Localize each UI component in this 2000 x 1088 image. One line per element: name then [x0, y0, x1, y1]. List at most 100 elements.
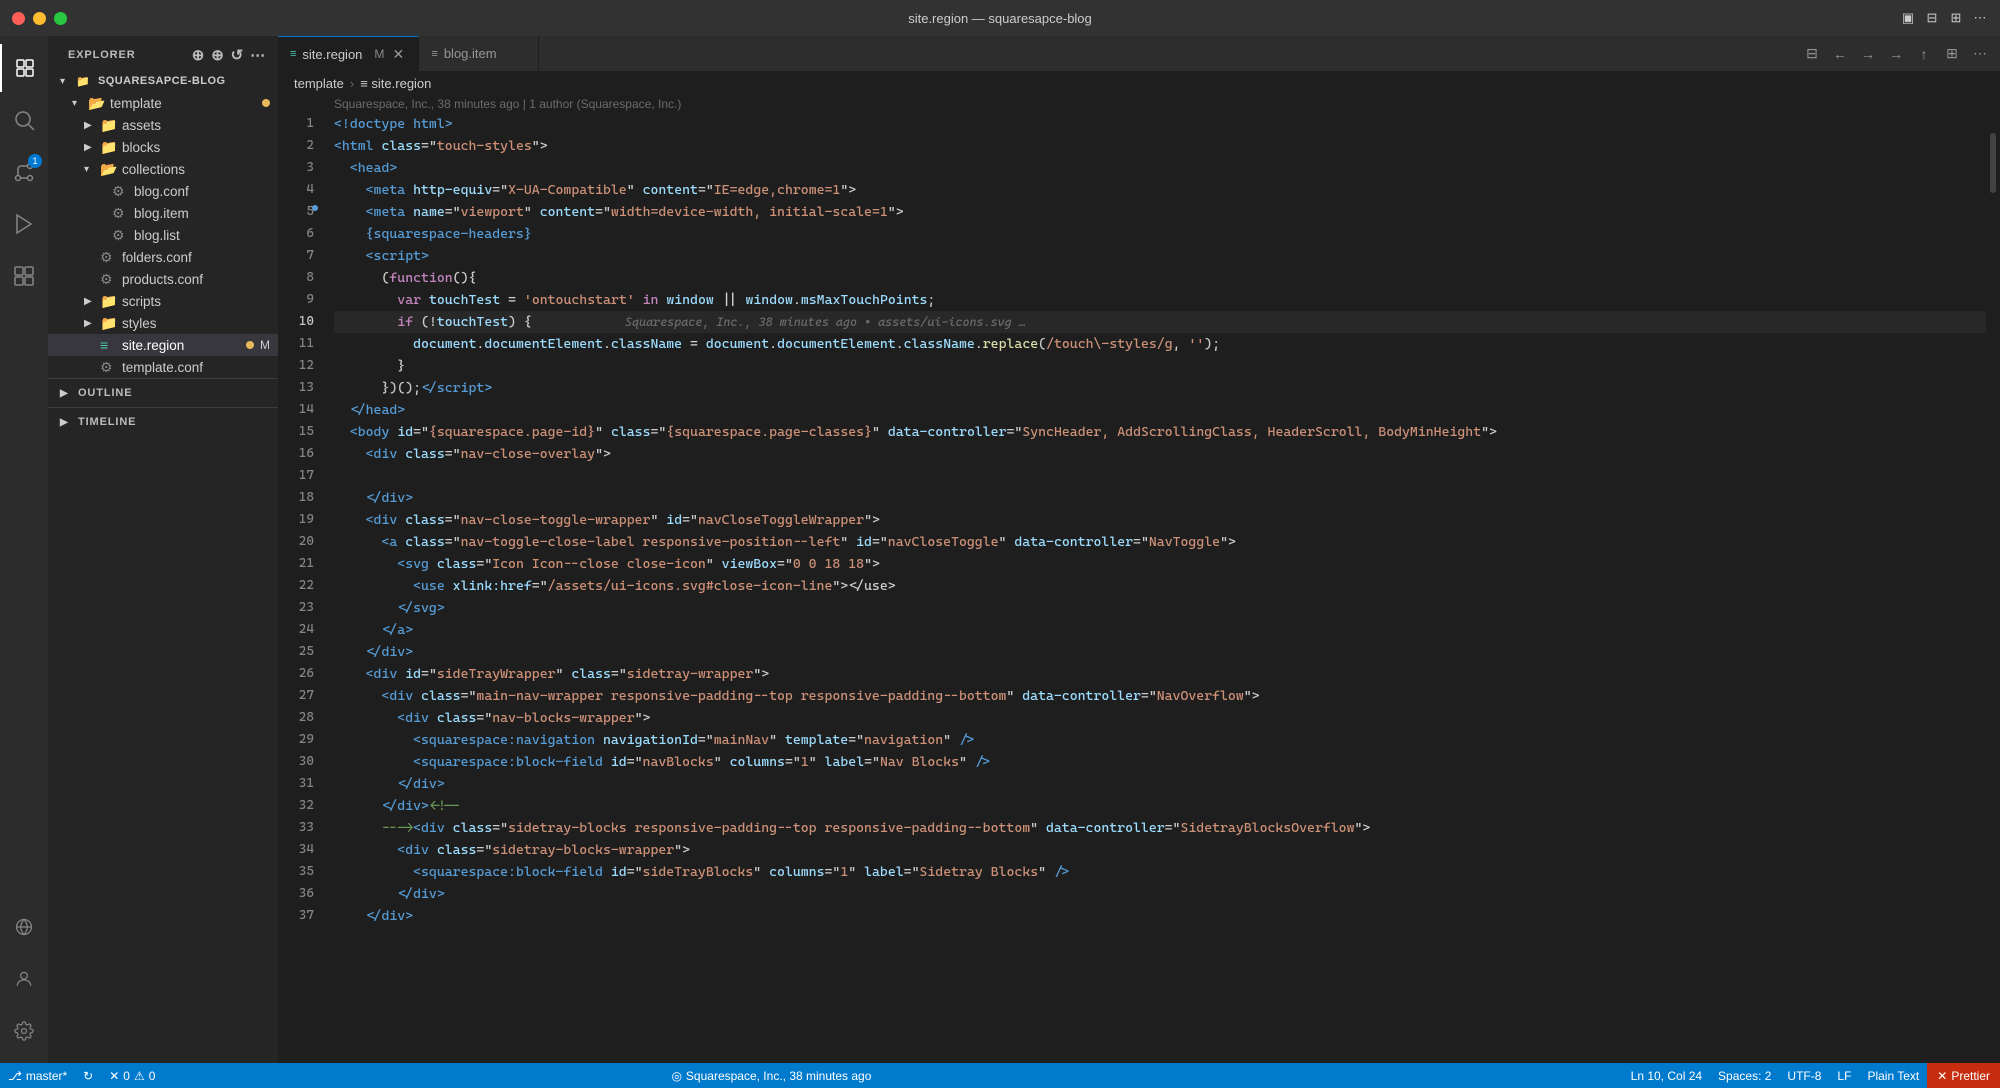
modified-dot-site-region	[246, 341, 254, 349]
line-num-3: 3	[278, 157, 314, 179]
traffic-lights[interactable]	[12, 12, 67, 25]
code-line-28: <div class="nav-blocks-wrapper">	[334, 707, 1986, 729]
sidebar-item-collections[interactable]: ▾ 📂 collections	[48, 158, 278, 180]
status-eol[interactable]: LF	[1829, 1063, 1859, 1088]
tab-site-region[interactable]: ≡ site.region M ✕	[278, 36, 419, 71]
sidebar-item-products-conf[interactable]: ▶ ⚙ products.conf	[48, 268, 278, 290]
tab-icon-go-changes[interactable]: →	[1884, 42, 1908, 66]
code-line-30: <squarespace:block-field id="navBlocks" …	[334, 751, 1986, 773]
tab-icon-go-forward[interactable]: →	[1856, 42, 1880, 66]
collapse-icon[interactable]: ⋯	[250, 46, 266, 64]
tab-icon-split-editor[interactable]: ⊞	[1940, 42, 1964, 66]
tab-blog-item[interactable]: ≡ blog.item	[419, 36, 539, 71]
breadcrumb-site-region[interactable]: ≡ site.region	[360, 76, 431, 91]
folder-icon-styles: 📁	[100, 315, 118, 332]
timeline-header[interactable]: ▶ TIMELINE	[48, 412, 278, 432]
sidebar-item-folders-conf[interactable]: ▶ ⚙ folders.conf	[48, 246, 278, 268]
editor-content[interactable]: 1 2 3 4 5 6 7 8 9 10 11 12 13 14 15 16 1…	[278, 113, 2000, 1063]
minimize-button[interactable]	[33, 12, 46, 25]
tree-root[interactable]: ▾ 📁 SQUARESAPCE-BLOG	[48, 70, 278, 92]
code-line-12: }	[334, 355, 1986, 377]
tab-icon-go-back[interactable]: ←	[1828, 42, 1852, 66]
line-num-1: 1	[278, 113, 314, 135]
code-lines[interactable]: <!doctype html> <html class="touch-style…	[326, 113, 1986, 1063]
more-icon[interactable]: ⋯	[1972, 10, 1988, 26]
new-folder-icon[interactable]: ⊕	[211, 46, 224, 64]
line-num-13: 13	[278, 377, 314, 399]
sidebar-item-blog-conf[interactable]: ▶ ⚙ blog.conf	[48, 180, 278, 202]
breadcrumb-template[interactable]: template	[294, 76, 344, 91]
refresh-icon[interactable]: ↺	[231, 46, 244, 64]
tab-icon-toggle-primary-sidebar[interactable]: ⊟	[1800, 42, 1824, 66]
sidebar-item-scripts[interactable]: ▶ 📁 scripts	[48, 290, 278, 312]
sidebar-item-template[interactable]: ▾ 📂 template	[48, 92, 278, 114]
source-control-badge: 1	[28, 154, 42, 168]
folder-icon-scripts: 📁	[100, 293, 118, 310]
sidebar-title: EXPLORER	[68, 49, 136, 61]
root-icon: 📁	[76, 75, 94, 88]
code-line-32: </div><!--	[334, 795, 1986, 817]
code-line-36: </div>	[334, 883, 1986, 905]
sidebar-item-blocks[interactable]: ▶ 📁 blocks	[48, 136, 278, 158]
line-num-14: 14	[278, 399, 314, 421]
code-line-26: <div id="sideTrayWrapper" class="sidetra…	[334, 663, 1986, 685]
line-num-6: 6	[278, 223, 314, 245]
code-line-7: <script>	[334, 245, 1986, 267]
blame-text: Squarespace, Inc., 38 minutes ago | 1 au…	[334, 97, 681, 111]
code-line-4: <meta http-equiv="X-UA-Compatible" conte…	[334, 179, 1986, 201]
status-blame-center[interactable]: ◎ Squarespace, Inc., 38 minutes ago	[663, 1063, 879, 1088]
outline-section: ▶ OUTLINE	[48, 378, 278, 407]
activity-bar: 1	[0, 36, 48, 1063]
code-line-23: </svg>	[334, 597, 1986, 619]
status-sync[interactable]: ↻	[75, 1063, 101, 1088]
status-branch[interactable]: ⎇ master*	[0, 1063, 75, 1088]
status-spaces[interactable]: Spaces: 2	[1710, 1063, 1779, 1088]
sidebar-item-styles[interactable]: ▶ 📁 styles	[48, 312, 278, 334]
code-line-33: ---><div class="sidetray-blocks responsi…	[334, 817, 1986, 839]
status-encoding[interactable]: UTF-8	[1779, 1063, 1829, 1088]
maximize-button[interactable]	[54, 12, 67, 25]
file-icon-products-conf: ⚙	[100, 271, 118, 288]
activity-explorer[interactable]	[0, 44, 48, 92]
activity-extensions[interactable]	[0, 252, 48, 300]
split-icon[interactable]: ⊞	[1948, 10, 1964, 26]
scrollbar-thumb[interactable]	[1990, 133, 1996, 193]
activity-source-control[interactable]: 1	[0, 148, 48, 196]
sidebar-item-blog-list[interactable]: ▶ ⚙ blog.list	[48, 224, 278, 246]
new-file-icon[interactable]: ⊕	[192, 46, 205, 64]
activity-account[interactable]	[0, 955, 48, 1003]
activity-remote[interactable]	[0, 903, 48, 951]
sidebar-item-assets[interactable]: ▶ 📁 assets	[48, 114, 278, 136]
activity-search[interactable]	[0, 96, 48, 144]
code-line-29: <squarespace:navigation navigationId="ma…	[334, 729, 1986, 751]
close-button[interactable]	[12, 12, 25, 25]
layout-icon[interactable]: ⊟	[1924, 10, 1940, 26]
line-num-20: 20	[278, 531, 314, 553]
sidebar-header: EXPLORER ⊕ ⊕ ↺ ⋯	[48, 36, 278, 70]
prettier-text: Prettier	[1951, 1069, 1990, 1083]
status-errors[interactable]: ✕ 0 ⚠ 0	[101, 1063, 163, 1088]
tab-close-site-region[interactable]: ✕	[390, 46, 406, 63]
sidebar-item-template-conf[interactable]: ▶ ⚙ template.conf	[48, 356, 278, 378]
status-position[interactable]: Ln 10, Col 24	[1623, 1063, 1710, 1088]
code-line-18: </div>	[334, 487, 1986, 509]
activity-run[interactable]	[0, 200, 48, 248]
tree-arrow-scripts: ▶	[84, 296, 100, 307]
sidebar-item-site-region[interactable]: ▶ ≡ site.region M	[48, 334, 278, 356]
line-num-36: 36	[278, 883, 314, 905]
tab-icon-open-file[interactable]: ↑	[1912, 42, 1936, 66]
status-language[interactable]: Plain Text	[1859, 1063, 1927, 1088]
line-num-17: 17	[278, 465, 314, 487]
code-line-17	[334, 465, 1986, 487]
sidebar-item-blog-item[interactable]: ▶ ⚙ blog.item	[48, 202, 278, 224]
status-prettier[interactable]: ✕ Prettier	[1927, 1063, 2000, 1088]
outline-header[interactable]: ▶ OUTLINE	[48, 383, 278, 403]
panel-icon[interactable]: ▣	[1900, 10, 1916, 26]
tab-icon-more-actions[interactable]: ⋯	[1968, 42, 1992, 66]
editor-scrollbar[interactable]	[1986, 113, 2000, 1063]
code-line-3: <head>	[334, 157, 1986, 179]
activity-settings[interactable]	[0, 1007, 48, 1055]
line-num-21: 21	[278, 553, 314, 575]
prettier-icon: ✕	[1937, 1069, 1947, 1083]
code-line-20: <a class="nav-toggle-close-label respons…	[334, 531, 1986, 553]
